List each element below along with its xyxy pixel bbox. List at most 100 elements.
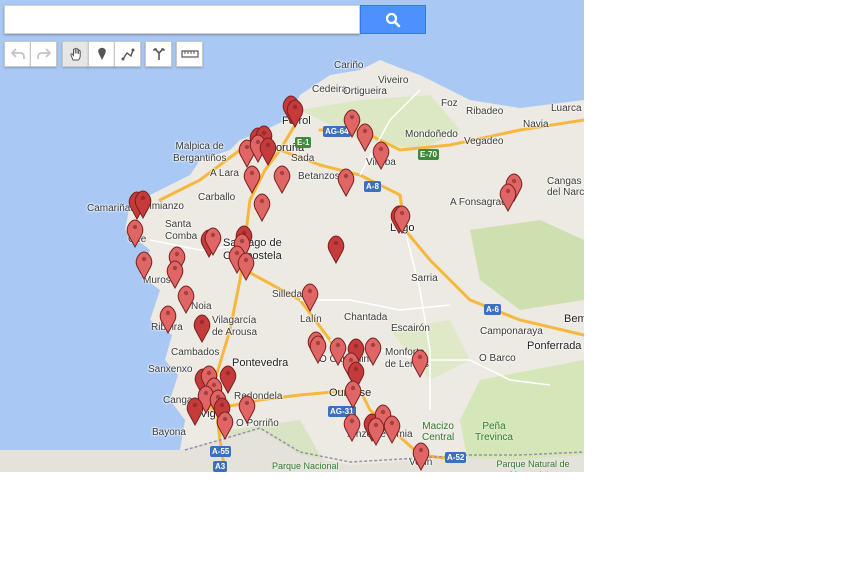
place-label: A Lara xyxy=(210,168,239,179)
map-marker[interactable] xyxy=(203,226,223,256)
map-marker[interactable] xyxy=(185,396,205,426)
pin-icon xyxy=(186,397,204,426)
road-shield: E-1 xyxy=(295,137,312,148)
pin-icon xyxy=(177,285,195,314)
directions-icon xyxy=(152,48,165,60)
map-marker[interactable] xyxy=(411,441,431,471)
search-input[interactable] xyxy=(4,5,360,34)
map-canvas[interactable]: Cariño Cedeira Viveiro Ortigueira Ferrol… xyxy=(0,0,584,472)
redo-icon xyxy=(36,48,51,59)
map-marker[interactable] xyxy=(125,218,145,248)
pin-icon xyxy=(259,137,277,166)
search-button[interactable] xyxy=(360,5,426,34)
pan-tool-button[interactable] xyxy=(62,41,89,67)
place-label: Carballo xyxy=(198,192,236,203)
road-shield: E-70 xyxy=(418,149,439,160)
pin-icon xyxy=(344,380,362,409)
map-marker[interactable] xyxy=(336,167,356,197)
place-label: Ribadeo xyxy=(466,106,504,117)
map-marker[interactable] xyxy=(342,412,362,442)
map-marker[interactable] xyxy=(192,313,212,343)
pin-icon xyxy=(237,252,255,281)
place-label: Viveiro xyxy=(378,75,409,86)
map-marker[interactable] xyxy=(308,334,328,364)
park-label: Macizo Central xyxy=(422,421,455,443)
place-label: O Barco xyxy=(479,353,516,364)
road-shield: A3 xyxy=(213,461,228,472)
map-marker[interactable] xyxy=(392,204,412,234)
pin-icon xyxy=(97,47,106,60)
place-label: Betanzos xyxy=(298,171,340,182)
place-label: Chantada xyxy=(344,312,388,323)
place-label: Cambados xyxy=(171,347,220,358)
pin-icon xyxy=(134,190,152,219)
map-marker[interactable] xyxy=(371,140,391,170)
map-marker[interactable] xyxy=(285,98,305,128)
park-label: Parque Nacional xyxy=(272,461,339,471)
place-label: Luarca xyxy=(551,103,582,114)
place-label: Sada xyxy=(291,153,315,164)
map-marker[interactable] xyxy=(498,182,518,212)
map-marker[interactable] xyxy=(242,164,262,194)
add-marker-button[interactable] xyxy=(88,41,115,67)
road-shield: A-6 xyxy=(484,304,501,315)
map-marker[interactable] xyxy=(410,348,430,378)
map-marker[interactable] xyxy=(237,394,257,424)
pin-icon xyxy=(216,411,234,440)
place-label: Camponaraya xyxy=(480,326,543,337)
map-marker[interactable] xyxy=(272,164,292,194)
pin-icon xyxy=(327,235,345,264)
map-marker[interactable] xyxy=(252,192,272,222)
place-label: Bem xyxy=(564,313,584,325)
measure-button[interactable] xyxy=(176,41,203,67)
place-label: Bayona xyxy=(152,427,186,438)
pin-icon xyxy=(393,205,411,234)
road-shield: A-55 xyxy=(210,446,232,457)
pin-icon xyxy=(243,165,261,194)
map-marker[interactable] xyxy=(366,416,386,446)
undo-button[interactable] xyxy=(4,41,31,67)
map-marker[interactable] xyxy=(258,136,278,166)
road-shield: A-52 xyxy=(445,452,467,463)
map-marker[interactable] xyxy=(236,251,256,281)
map-marker[interactable] xyxy=(158,304,178,334)
place-label: Ortigueira xyxy=(343,86,387,97)
draw-line-button[interactable] xyxy=(114,41,141,67)
pin-icon xyxy=(367,417,385,446)
pin-icon xyxy=(337,168,355,197)
pin-icon xyxy=(412,442,430,471)
map-marker[interactable] xyxy=(134,250,154,280)
pin-icon xyxy=(499,183,517,212)
map-marker[interactable] xyxy=(326,234,346,264)
pin-icon xyxy=(193,314,211,343)
park-label: Peña Trevinca xyxy=(475,421,513,443)
search-icon xyxy=(385,12,401,27)
redo-button[interactable] xyxy=(30,41,57,67)
pin-icon xyxy=(301,283,319,312)
pin-icon xyxy=(372,141,390,170)
map-marker[interactable] xyxy=(343,379,363,409)
pin-icon xyxy=(286,99,304,128)
road-shield: A-8 xyxy=(364,181,381,192)
map-marker[interactable] xyxy=(133,189,153,219)
map-marker[interactable] xyxy=(300,282,320,312)
pin-icon xyxy=(135,251,153,280)
map-marker[interactable] xyxy=(363,336,383,366)
pin-icon xyxy=(411,349,429,378)
hand-icon xyxy=(69,47,81,61)
place-label: Cariño xyxy=(334,60,364,71)
map-marker[interactable] xyxy=(215,410,235,440)
place-label: Escairón xyxy=(391,323,430,334)
pin-icon xyxy=(159,305,177,334)
directions-button[interactable] xyxy=(145,41,172,67)
place-label: Sanxenxo xyxy=(148,364,193,375)
pin-icon xyxy=(364,337,382,366)
place-label: Cedeira xyxy=(312,84,348,95)
draw-line-icon xyxy=(121,48,134,61)
place-label: Pontevedra xyxy=(232,357,289,369)
map-marker[interactable] xyxy=(176,284,196,314)
pin-icon xyxy=(273,165,291,194)
ruler-icon xyxy=(180,50,199,58)
undo-icon xyxy=(10,48,25,59)
place-label: Silleda xyxy=(272,289,303,300)
